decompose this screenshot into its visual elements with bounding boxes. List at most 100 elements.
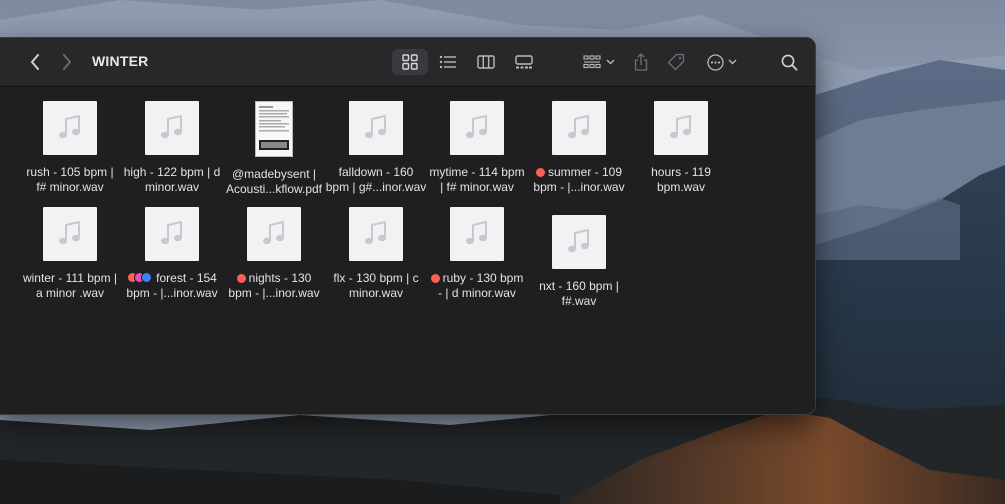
music-note-icon [161, 221, 182, 245]
file-thumbnail [145, 207, 199, 261]
file-item[interactable]: @madebysent | Acousti...kflow.pdf [222, 101, 326, 197]
music-note-icon [466, 115, 487, 139]
file-item[interactable]: nxt - 160 bpm | f#.wav [527, 215, 631, 309]
file-item[interactable]: falldown - 160 bpm | g#...inor.wav [324, 101, 428, 195]
tag-dots [430, 271, 443, 285]
music-note-icon [365, 221, 386, 245]
tag-button[interactable] [665, 49, 687, 75]
share-button[interactable] [631, 49, 651, 75]
list-icon [439, 55, 456, 69]
file-grid: rush - 105 bpm | f# minor.wav high - 122 b… [0, 87, 815, 414]
finder-window: WINTER rush - 105 bpm | f# minor.wav hig… [0, 37, 816, 415]
color-tag [236, 273, 246, 283]
tag-dots [236, 271, 249, 285]
file-item[interactable]: nights - 130 bpm - |...inor.wav [222, 207, 326, 301]
file-thumbnail [145, 101, 199, 155]
music-note-icon [161, 115, 182, 139]
file-name-line1: rush - 105 bpm | [26, 165, 114, 179]
file-name-line1: forest - 154 [156, 271, 217, 285]
group-icon [583, 55, 601, 69]
file-name-line1: winter - 111 bpm | [22, 271, 118, 285]
file-thumbnail [450, 207, 504, 261]
music-note-icon [568, 229, 589, 253]
file-name: summer - 109 bpm - |...inor.wav [527, 165, 631, 195]
pdf-document-icon [256, 102, 292, 156]
file-name: high - 122 bpm | d minor.wav [120, 165, 224, 195]
file-name-line1: nights - 130 [248, 271, 312, 285]
search-icon [781, 54, 798, 71]
file-thumbnail [247, 207, 301, 261]
file-name-line1: falldown - 160 [338, 165, 414, 179]
file-name-line2: a minor .wav [35, 286, 105, 300]
file-name-line1: mytime - 114 bpm [429, 165, 525, 179]
gallery-icon [515, 55, 533, 69]
file-name-line2: f#.wav [561, 294, 597, 308]
list-view-button[interactable] [436, 49, 460, 75]
chevron-right-icon [63, 54, 71, 70]
gallery-view-button[interactable] [512, 49, 536, 75]
file-name: @madebysent | Acousti...kflow.pdf [222, 167, 326, 197]
music-note-icon [670, 115, 691, 139]
color-tag [535, 167, 545, 177]
ellipsis-circle-icon [707, 53, 724, 71]
file-thumbnail [654, 101, 708, 155]
icon-view-button[interactable] [392, 49, 428, 75]
file-item[interactable]: mytime - 114 bpm | f# minor.wav [425, 101, 529, 195]
file-name-line2: bpm.wav [656, 180, 706, 194]
color-tag [430, 273, 440, 283]
file-name-line2: Acousti...kflow.pdf [225, 182, 323, 196]
file-item[interactable]: hours - 119 bpm.wav [629, 101, 733, 195]
music-note-icon [365, 115, 386, 139]
search-button[interactable] [778, 49, 800, 75]
more-actions-button[interactable] [703, 49, 741, 75]
file-name-line2: minor.wav [144, 180, 200, 194]
file-name-line2: - | d minor.wav [438, 286, 516, 300]
file-item[interactable]: ruby - 130 bpm - | d minor.wav [425, 207, 529, 301]
file-thumbnail [43, 207, 97, 261]
tag-dots [535, 165, 548, 179]
file-name: forest - 154 bpm - |...inor.wav [120, 271, 224, 301]
share-icon [634, 53, 648, 71]
forward-button[interactable] [57, 49, 77, 75]
file-name-line1: high - 122 bpm | d [123, 165, 221, 179]
file-name-line2: bpm - |...inor.wav [533, 180, 625, 194]
toolbar: WINTER [0, 38, 815, 87]
music-note-icon [466, 221, 487, 245]
back-button[interactable] [25, 49, 45, 75]
file-item[interactable]: winter - 111 bpm | a minor .wav [18, 207, 122, 301]
file-name: winter - 111 bpm | a minor .wav [18, 271, 122, 301]
file-name: mytime - 114 bpm | f# minor.wav [425, 165, 529, 195]
columns-icon [477, 55, 495, 69]
file-thumbnail [552, 215, 606, 269]
file-name: hours - 119 bpm.wav [629, 165, 733, 195]
group-button[interactable] [579, 49, 619, 75]
file-thumbnail [349, 207, 403, 261]
file-item[interactable]: high - 122 bpm | d minor.wav [120, 101, 224, 195]
file-name: nxt - 160 bpm | f#.wav [527, 279, 631, 309]
file-thumbnail [255, 101, 293, 157]
file-name-line2: f# minor.wav [36, 180, 104, 194]
color-tag [141, 271, 153, 283]
music-note-icon [568, 115, 589, 139]
music-note-icon [59, 115, 80, 139]
file-name: ruby - 130 bpm - | d minor.wav [425, 271, 529, 301]
file-name-line2: bpm - |...inor.wav [126, 286, 218, 300]
file-name-line2: bpm | g#...inor.wav [325, 180, 427, 194]
music-note-icon [59, 221, 80, 245]
file-name-line1: ruby - 130 bpm [442, 271, 524, 285]
file-item[interactable]: flx - 130 bpm | c minor.wav [324, 207, 428, 301]
file-thumbnail [552, 101, 606, 155]
tag-icon [667, 53, 685, 71]
file-name-line1: summer - 109 [547, 165, 623, 179]
file-name: nights - 130 bpm - |...inor.wav [222, 271, 326, 301]
file-thumbnail [450, 101, 504, 155]
chevron-down-icon [728, 59, 737, 65]
file-name-line2: minor.wav [348, 286, 404, 300]
file-thumbnail [349, 101, 403, 155]
file-item[interactable]: rush - 105 bpm | f# minor.wav [18, 101, 122, 195]
file-name-line1: @madebysent | [231, 167, 316, 181]
column-view-button[interactable] [474, 49, 498, 75]
file-item[interactable]: summer - 109 bpm - |...inor.wav [527, 101, 631, 195]
file-name-line1: nxt - 160 bpm | [539, 279, 619, 293]
file-item[interactable]: forest - 154 bpm - |...inor.wav [120, 207, 224, 301]
